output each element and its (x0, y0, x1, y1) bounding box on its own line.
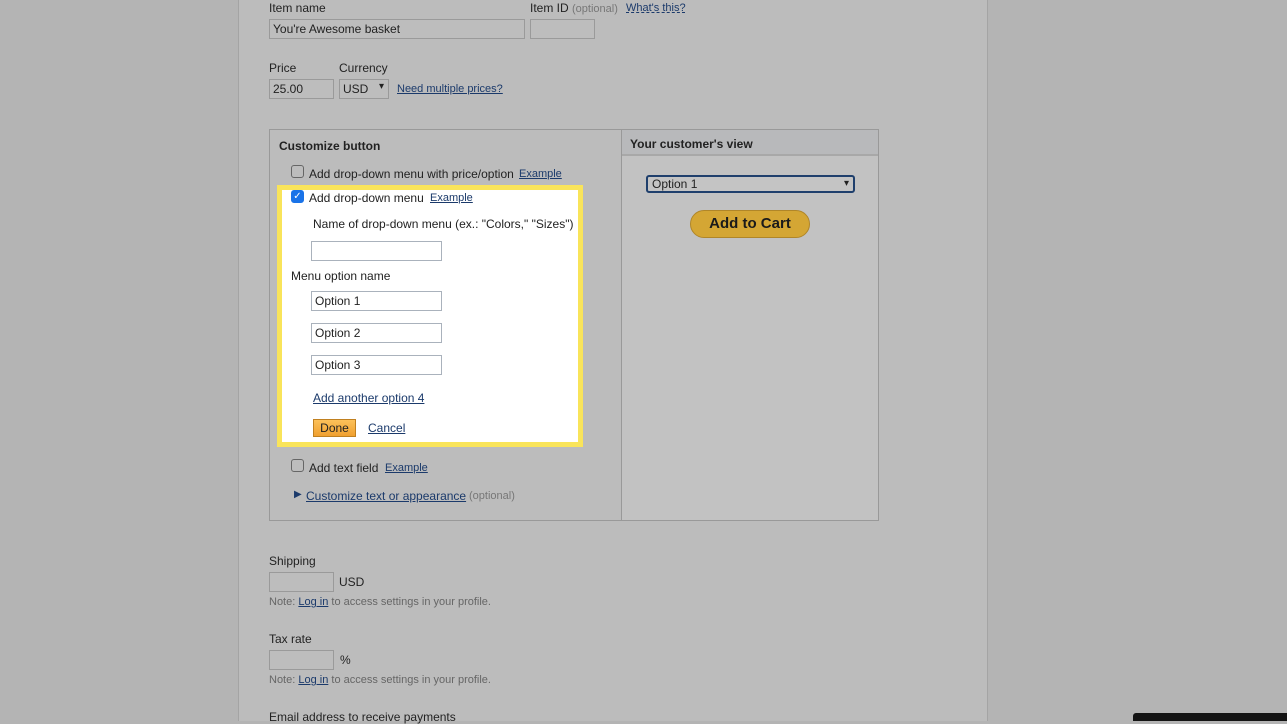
note-prefix: Note: (269, 596, 296, 608)
chevron-down-icon: ▾ (843, 178, 849, 189)
customer-view-title: Your customer's view (622, 130, 878, 156)
note-prefix: Note: (269, 674, 296, 686)
customize-title: Customize button (279, 139, 381, 153)
tax-unit: % (340, 653, 351, 667)
price-label: Price (269, 61, 297, 75)
text-field-label: Add text field (309, 461, 379, 475)
customize-appearance-link[interactable]: Customize text or appearance (306, 489, 466, 503)
shipping-unit: USD (339, 575, 365, 589)
dropdown-price-checkbox[interactable] (291, 165, 304, 178)
preview-select[interactable]: Option 1 ▾ (646, 175, 855, 193)
example-link-text[interactable]: Example (385, 462, 428, 474)
optional-text: (optional) (572, 3, 618, 15)
shipping-login-link[interactable]: Log in (298, 596, 328, 608)
item-id-label: Item ID (optional) (530, 1, 618, 15)
overlay-bar (1133, 713, 1287, 721)
appearance-optional: (optional) (469, 490, 515, 502)
shipping-note: Note: Log in to access settings in your … (269, 596, 491, 608)
add-to-cart-button[interactable]: Add to Cart (690, 210, 810, 238)
item-id-input[interactable] (530, 19, 595, 39)
item-name-input[interactable] (269, 19, 525, 39)
expand-triangle-icon[interactable]: ▶ (294, 489, 302, 500)
option-2-input[interactable] (311, 323, 442, 343)
multiple-prices-link[interactable]: Need multiple prices? (397, 83, 503, 95)
menu-name-label: Name of drop-down menu (ex.: "Colors," "… (313, 217, 574, 231)
tax-note: Note: Log in to access settings in your … (269, 674, 491, 686)
add-option-link[interactable]: Add another option 4 (313, 391, 424, 405)
cancel-link[interactable]: Cancel (368, 421, 405, 435)
note-suffix: to access settings in your profile. (331, 674, 491, 686)
tax-login-link[interactable]: Log in (298, 674, 328, 686)
shipping-input[interactable] (269, 572, 334, 592)
currency-select[interactable]: USD ▾ (339, 79, 389, 99)
tax-input[interactable] (269, 650, 334, 670)
done-button[interactable]: Done (313, 419, 356, 437)
note-suffix: to access settings in your profile. (331, 596, 491, 608)
option-3-input[interactable] (311, 355, 442, 375)
example-link-price[interactable]: Example (519, 168, 562, 180)
email-label: Email address to receive payments (269, 710, 456, 724)
item-id-text: Item ID (530, 1, 569, 15)
example-link-dropdown[interactable]: Example (430, 192, 473, 204)
dropdown-label: Add drop-down menu (309, 191, 424, 205)
dropdown-price-label: Add drop-down menu with price/option (309, 167, 514, 181)
dropdown-checkbox[interactable]: ✓ (291, 190, 304, 203)
shipping-label: Shipping (269, 554, 316, 568)
whats-this-link[interactable]: What's this? (626, 2, 686, 14)
menu-name-input[interactable] (311, 241, 442, 261)
option-name-label: Menu option name (291, 269, 391, 283)
tax-label: Tax rate (269, 632, 312, 646)
preview-select-value: Option 1 (652, 177, 698, 191)
chevron-down-icon: ▾ (378, 81, 384, 92)
price-input[interactable] (269, 79, 334, 99)
option-1-input[interactable] (311, 291, 442, 311)
currency-value: USD (343, 82, 369, 96)
item-name-label: Item name (269, 1, 326, 15)
currency-label: Currency (339, 61, 388, 75)
text-field-checkbox[interactable] (291, 459, 304, 472)
